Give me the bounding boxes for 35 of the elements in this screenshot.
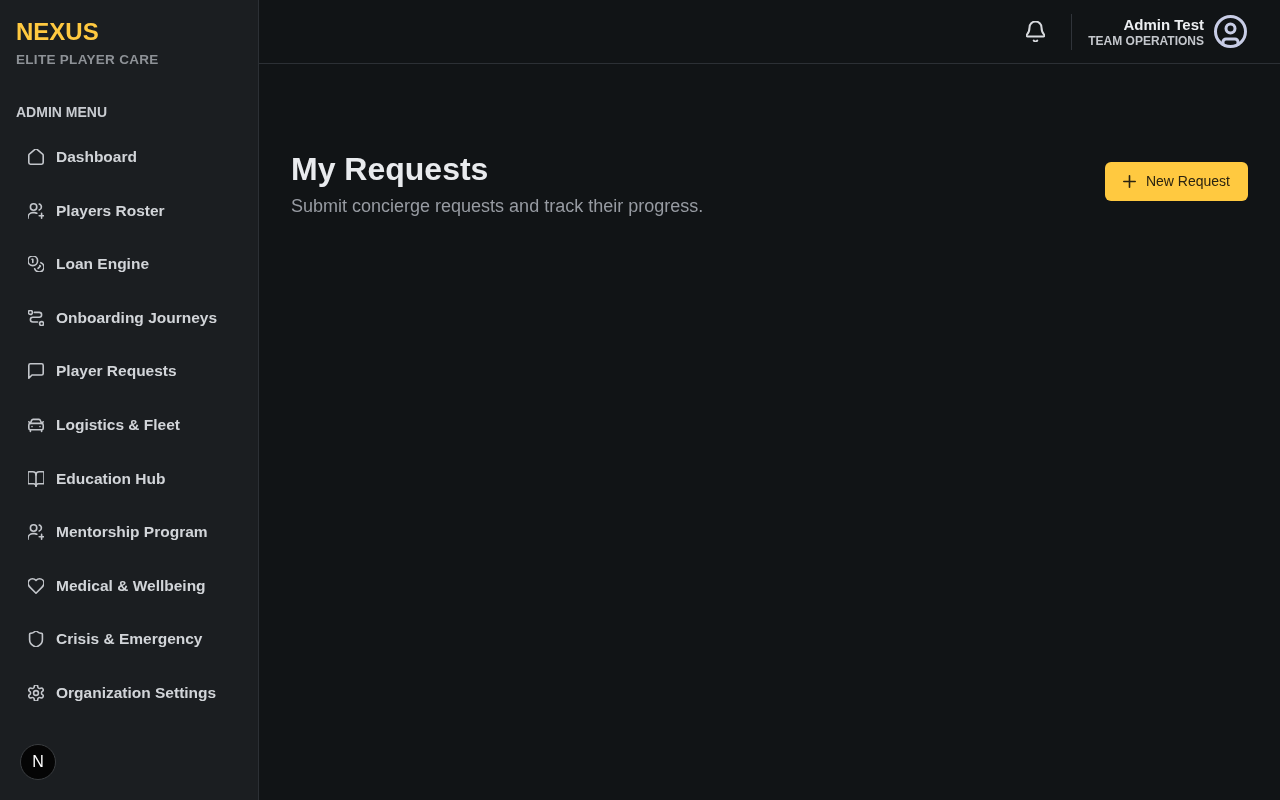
sidebar-item[interactable]: Education Hub: [16, 458, 242, 499]
bell-icon: [1026, 21, 1046, 42]
user-plus-icon: [28, 524, 44, 541]
sidebar-item[interactable]: Players Roster: [16, 190, 242, 231]
user-avatar-icon[interactable]: [1214, 15, 1247, 48]
plus-icon: [1122, 174, 1136, 188]
sidebar-item[interactable]: Onboarding Journeys: [16, 297, 242, 338]
brand-logo: NEXUS: [16, 18, 99, 46]
user-plus-icon: [28, 202, 44, 219]
notifications-button[interactable]: [1026, 21, 1046, 42]
page-subtitle: Submit concierge requests and track their progress.: [291, 195, 704, 218]
book-icon: [28, 470, 44, 487]
chat-bubble-icon: [28, 363, 44, 380]
sidebar-item[interactable]: Loan Engine: [16, 244, 242, 285]
sidebar-item[interactable]: Mentorship Program: [16, 512, 242, 553]
user-name: Admin Test: [1123, 15, 1204, 34]
heart-icon: [28, 577, 44, 594]
dev-tools-button[interactable]: N: [20, 744, 56, 780]
sidebar-item[interactable]: Crisis & Emergency: [16, 619, 242, 660]
menu-section-title: ADMIN MENU: [16, 104, 107, 120]
house-icon: [28, 149, 44, 165]
shield-icon: [28, 631, 44, 648]
sidebar-item[interactable]: Organization Settings: [16, 672, 242, 713]
sidebar-item[interactable]: Player Requests: [16, 351, 242, 392]
car-icon: [28, 416, 44, 433]
coins-icon: [28, 256, 44, 273]
sidebar-item[interactable]: Medical & Wellbeing: [16, 565, 242, 606]
sidebar-item[interactable]: Dashboard: [16, 137, 242, 177]
settings-icon: [28, 684, 44, 701]
user-role: TEAM OPERATIONS: [1088, 33, 1204, 48]
route-icon: [28, 309, 44, 326]
sidebar-item[interactable]: Logistics & Fleet: [16, 404, 242, 445]
page-title: My Requests: [291, 150, 489, 188]
new-request-button[interactable]: New Request: [1104, 161, 1248, 201]
brand-tagline: ELITE PLAYER CARE: [16, 52, 159, 68]
